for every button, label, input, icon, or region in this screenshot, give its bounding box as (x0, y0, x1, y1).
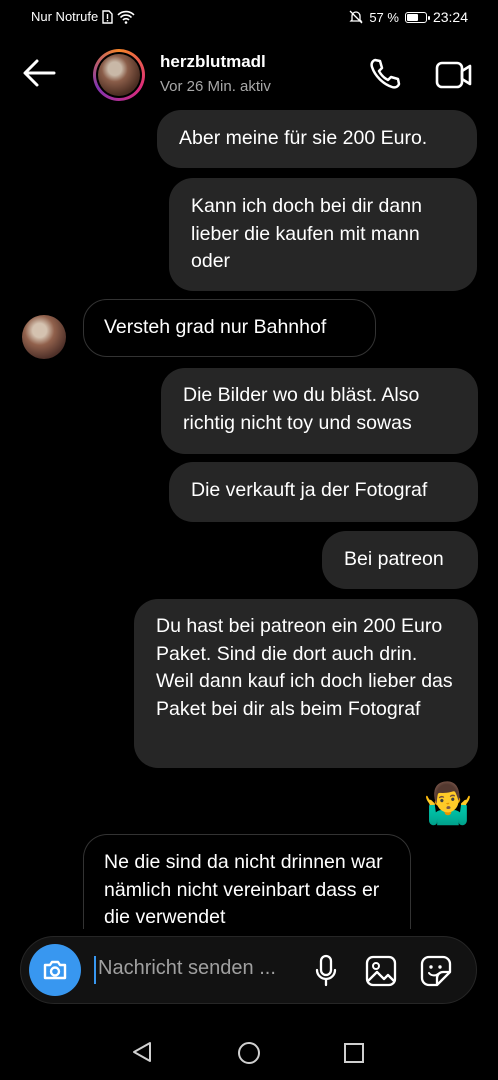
outgoing-message[interactable]: Die Bilder wo du bläst. Also richtig nic… (161, 368, 478, 454)
nav-home-icon[interactable] (236, 1040, 262, 1066)
incoming-message[interactable]: Ne die sind da nicht drinnen war nämlich… (83, 834, 411, 929)
profile-avatar[interactable] (93, 49, 145, 101)
carrier-label: Nur Notrufe (31, 9, 99, 24)
system-nav-bar (0, 1020, 498, 1080)
outgoing-message[interactable]: Bei patreon (322, 531, 478, 589)
phone-icon[interactable] (366, 56, 402, 92)
message-input[interactable]: Nachricht senden ... (98, 957, 276, 980)
nav-recents-icon[interactable] (343, 1042, 365, 1064)
outgoing-message[interactable]: Aber meine für sie 200 Euro. (157, 110, 477, 168)
status-bar: Nur Notrufe 57 % 23:24 (0, 0, 498, 34)
camera-button[interactable] (29, 944, 81, 996)
microphone-icon[interactable] (313, 954, 339, 988)
activity-status: Vor 26 Min. aktiv (160, 78, 271, 95)
wifi-icon (117, 10, 135, 24)
contact-username[interactable]: herzblutmadl (160, 52, 266, 72)
contact-avatar[interactable] (22, 315, 66, 359)
bell-muted-icon (349, 10, 363, 24)
chat-header: herzblutmadl Vor 26 Min. aktiv (0, 40, 498, 110)
emoji-message[interactable]: 🤷‍♂️ (423, 780, 473, 828)
gallery-icon[interactable] (364, 954, 398, 988)
message-composer[interactable]: Nachricht senden ... (20, 936, 477, 1004)
camera-icon (43, 960, 67, 980)
battery-percent: 57 % (369, 9, 399, 25)
sim-alert-icon (102, 9, 113, 24)
outgoing-message[interactable]: Kann ich doch bei dir dann lieber die ka… (169, 178, 477, 291)
video-camera-icon[interactable] (435, 58, 473, 92)
back-arrow-icon[interactable] (20, 56, 58, 90)
outgoing-message[interactable]: Die verkauft ja der Fotograf (169, 462, 478, 522)
text-cursor (94, 956, 96, 984)
outgoing-message[interactable]: Du hast bei patreon ein 200 Euro Paket. … (134, 599, 478, 768)
sticker-icon[interactable] (419, 954, 453, 988)
clock: 23:24 (432, 9, 468, 25)
nav-back-icon[interactable] (130, 1040, 154, 1064)
battery-icon (404, 11, 430, 23)
incoming-message[interactable]: Versteh grad nur Bahnhof (83, 299, 376, 357)
